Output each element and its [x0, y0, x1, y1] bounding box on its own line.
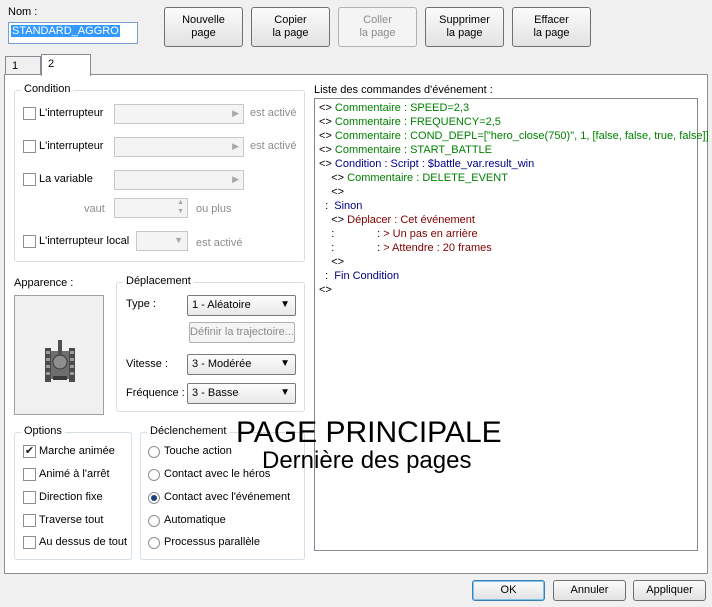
movement-speed-select[interactable]: 3 - Modérée ▼ [187, 354, 296, 375]
list-item[interactable]: <> Commentaire : FREQUENCY=2,5 [319, 115, 693, 129]
movement-speed-label: Vitesse : [126, 358, 168, 370]
switch1-select[interactable]: ▶ [114, 104, 244, 124]
list-item[interactable]: <> Commentaire : DELETE_EVENT [319, 171, 693, 185]
condition-title: Condition [21, 83, 74, 95]
trigger-hero-touch-label: Contact avec le héros [164, 468, 271, 480]
movement-type-label: Type : [126, 298, 156, 310]
chevron-down-icon: ▼ [280, 299, 290, 310]
variable-value-spinner[interactable]: ▲ ▼ [114, 198, 188, 218]
list-item[interactable]: : : > Attendre : 20 frames [319, 241, 693, 255]
list-item[interactable]: <> Commentaire : COND_DEPL=["hero_close(… [319, 129, 709, 143]
option-direction-fix-checkbox[interactable] [23, 491, 36, 504]
variable-checkbox[interactable] [23, 173, 36, 186]
spin-down-icon: ▼ [177, 208, 184, 215]
sprite-preview[interactable] [14, 295, 104, 415]
variable-label: La variable [39, 173, 93, 185]
switch1-label: L'interrupteur [39, 107, 104, 119]
name-label: Nom : [8, 6, 38, 18]
paste-page-button[interactable]: Coller la page [338, 7, 417, 47]
local-switch-label: L'interrupteur local [39, 235, 130, 247]
list-item[interactable]: : Fin Condition [319, 269, 693, 283]
trigger-autorun-radio[interactable] [148, 515, 160, 527]
copy-page-button[interactable]: Copier la page [251, 7, 330, 47]
arrow-right-icon: ▶ [232, 141, 239, 151]
local-switch-select[interactable]: ▼ [136, 231, 188, 251]
movement-freq-value: 3 - Basse [192, 387, 239, 399]
trigger-parallel-radio[interactable] [148, 537, 160, 549]
trigger-event-touch-radio[interactable] [148, 492, 160, 504]
list-item[interactable]: <> [319, 255, 693, 269]
trigger-title: Déclenchement [147, 425, 230, 437]
switch2-select[interactable]: ▶ [114, 137, 244, 157]
tab-page-2[interactable]: 2 [41, 54, 91, 76]
option-above-all-checkbox[interactable] [23, 536, 36, 549]
local-switch-suffix: est activé [196, 237, 243, 249]
overlay-subtitle: Dernière des pages [262, 447, 472, 474]
event-commands-list[interactable]: <> Commentaire : SPEED=2,3 <> Commentair… [314, 98, 709, 551]
switch2-checkbox[interactable] [23, 140, 36, 153]
movement-speed-value: 3 - Modérée [192, 358, 252, 370]
apply-button[interactable]: Appliquer [633, 580, 706, 601]
switch1-checkbox[interactable] [23, 107, 36, 120]
movement-title: Déplacement [123, 275, 194, 287]
option-step-anim-label: Animé à l'arrêt [39, 468, 110, 480]
arrow-right-icon: ▶ [232, 174, 239, 184]
option-through-label: Traverse tout [39, 514, 104, 526]
ou-plus-label: ou plus [196, 203, 232, 215]
vaut-label: vaut [84, 203, 105, 215]
option-walk-anim-checkbox[interactable]: ✔ [23, 445, 36, 458]
switch2-label: L'interrupteur [39, 140, 104, 152]
list-item[interactable]: <> Déplacer : Cet événement [319, 213, 693, 227]
options-title: Options [21, 425, 65, 437]
option-walk-anim-label: Marche animée [39, 445, 115, 457]
trigger-event-touch-label: Contact avec l'événement [164, 491, 291, 503]
chevron-down-icon: ▼ [280, 387, 290, 398]
chevron-down-icon: ▼ [174, 235, 183, 245]
ok-button[interactable]: OK [472, 580, 545, 601]
trigger-hero-touch-radio[interactable] [148, 469, 160, 481]
list-item[interactable]: : : > Un pas en arrière [319, 227, 693, 241]
variable-select[interactable]: ▶ [114, 170, 244, 190]
list-item[interactable]: : Sinon [319, 199, 693, 213]
list-item[interactable]: <> Commentaire : START_BATTLE [319, 143, 693, 157]
tank-sprite-icon [45, 340, 75, 382]
movement-type-value: 1 - Aléatoire [192, 299, 251, 311]
checkmark-icon: ✔ [24, 445, 35, 457]
commands-label: Liste des commandes d'événement : [314, 84, 493, 96]
local-switch-checkbox[interactable] [23, 235, 36, 248]
list-item[interactable]: <> [319, 185, 693, 199]
switch2-suffix: est activé [250, 140, 297, 152]
spin-up-icon: ▲ [177, 199, 184, 206]
list-item[interactable]: <> Condition : Script : $battle_var.resu… [319, 157, 693, 171]
movement-freq-label: Fréquence : [126, 387, 185, 399]
chevron-down-icon: ▼ [280, 358, 290, 369]
option-above-all-label: Au dessus de tout [39, 536, 128, 548]
trigger-autorun-label: Automatique [164, 514, 226, 526]
tab-page-1[interactable]: 1 [5, 56, 41, 76]
movement-freq-select[interactable]: 3 - Basse ▼ [187, 383, 296, 404]
name-input-value: STANDARD_AGGRO [11, 25, 120, 37]
trigger-action-radio[interactable] [148, 446, 160, 458]
option-step-anim-checkbox[interactable] [23, 468, 36, 481]
option-through-checkbox[interactable] [23, 514, 36, 527]
trigger-action-label: Touche action [164, 445, 232, 457]
option-direction-fix-label: Direction fixe [39, 491, 103, 503]
arrow-right-icon: ▶ [232, 108, 239, 118]
list-item[interactable]: <> Commentaire : SPEED=2,3 [319, 101, 693, 115]
apparence-label: Apparence : [14, 277, 74, 289]
new-page-button[interactable]: Nouvelle page [164, 7, 243, 47]
name-input[interactable]: STANDARD_AGGRO [8, 22, 138, 44]
movement-type-select[interactable]: 1 - Aléatoire ▼ [187, 295, 296, 316]
overlay-title: PAGE PRINCIPALE [236, 416, 502, 449]
list-item[interactable]: <> [319, 283, 693, 297]
set-route-button[interactable]: Définir la trajectoire... [189, 322, 295, 343]
delete-page-button[interactable]: Supprimer la page [425, 7, 504, 47]
cancel-button[interactable]: Annuler [553, 580, 626, 601]
switch1-suffix: est activé [250, 107, 297, 119]
clear-page-button[interactable]: Effacer la page [512, 7, 591, 47]
trigger-parallel-label: Processus parallèle [164, 536, 260, 548]
